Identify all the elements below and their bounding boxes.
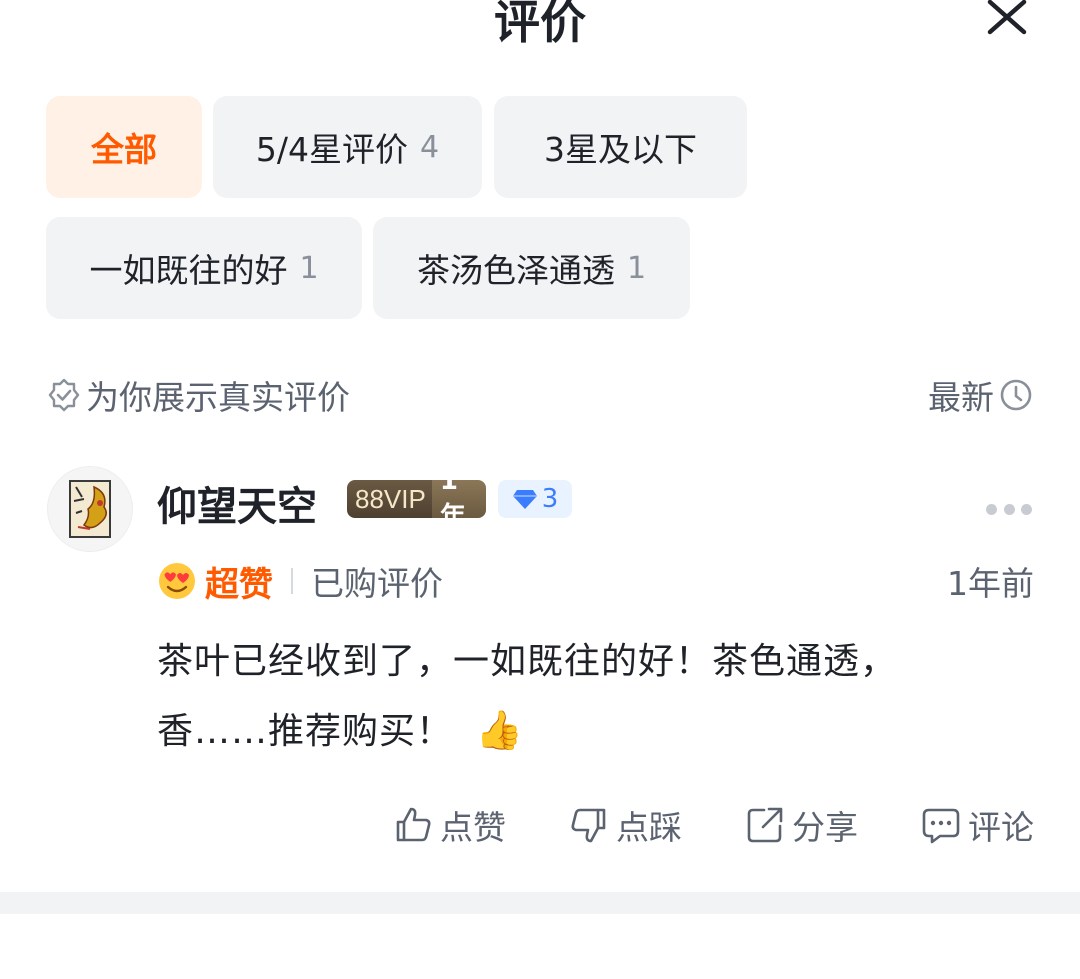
filter-all[interactable]: 全部 [46,96,202,198]
info-row: 为你展示真实评价 最新 [46,370,1034,420]
filter-label: 5/4星评价 [255,130,408,169]
sort-label: 最新 [928,378,994,417]
filter-label: 一如既往的好 [89,251,288,290]
review-content-text: 香……推荐购买！ [157,711,454,752]
thumbs-down-icon [571,808,606,843]
sort-button[interactable]: 最新 [928,371,1034,419]
filter-3-star-below[interactable]: 3星及以下 [494,96,747,198]
more-dot-icon [986,503,997,515]
filter-count: 4 [420,129,440,165]
review-content: 茶叶已经收到了，一如既往的好！茶色通透， 香……推荐购买！ 👍 [157,628,1034,766]
filter-label: 3星及以下 [544,130,697,169]
vip-badge: 88VIP 1年 [347,480,486,518]
heart-eyes-emoji-icon [159,563,195,599]
rating-row: 超赞 已购评价 1年前 [157,556,1034,606]
close-button[interactable] [984,0,1030,40]
more-dot-icon [1021,503,1032,515]
review-content-line: 茶叶已经收到了，一如既往的好！茶色通透， [157,641,898,682]
review-content-line: 香……推荐购买！ 👍 [157,696,1034,766]
section-separator [0,892,1080,914]
dislike-button[interactable]: 点踩 [568,801,682,849]
thumbs-up-icon [396,807,431,842]
more-dot-icon [1003,503,1015,515]
share-button[interactable]: 分享 [744,801,858,849]
share-label: 分享 [792,808,858,847]
review-actions: 点赞 点踩 分享 评论 [157,800,1034,850]
vip-years: 1年 [431,480,486,518]
filter-count: 1 [626,250,647,286]
page-title: 评价 [494,0,586,49]
filter-tag-clear-tea[interactable]: 茶汤色泽通透 1 [373,217,690,319]
dislike-label: 点踩 [616,808,682,847]
purchased-label: 已购评价 [311,564,443,603]
comment-icon [922,808,960,844]
avatar-image [69,480,111,538]
comment-label: 评论 [968,808,1034,847]
diamond-icon [512,490,537,509]
like-label: 点赞 [440,808,506,847]
divider [291,568,293,594]
filter-label: 茶汤色泽通透 [416,251,615,290]
more-options-button[interactable] [986,502,1032,516]
filter-tag-always-good[interactable]: 一如既往的好 1 [46,217,362,319]
review-time: 1年前 [947,564,1034,603]
thumbs-up-emoji-icon: 👍 [475,708,524,752]
authentic-text: 为你展示真实评价 [86,378,350,417]
filter-count: 1 [299,250,319,286]
filter-label: 全部 [91,130,157,169]
like-button[interactable]: 点赞 [392,801,506,849]
rating-label: 超赞 [205,564,273,605]
filter-5-4-star[interactable]: 5/4星评价 4 [213,96,482,198]
clock-icon [1000,379,1032,411]
avatar[interactable] [47,466,133,552]
comment-button[interactable]: 评论 [920,801,1034,849]
share-icon [747,807,783,843]
authentic-notice: 为你展示真实评价 [46,371,350,419]
verified-shield-icon [48,378,80,412]
close-icon [987,0,1027,35]
level-number: 3 [541,484,559,514]
vip-text: 88VIP [347,480,432,518]
level-badge: 3 [498,480,572,518]
reviewer-name[interactable]: 仰望天空 [157,474,317,532]
